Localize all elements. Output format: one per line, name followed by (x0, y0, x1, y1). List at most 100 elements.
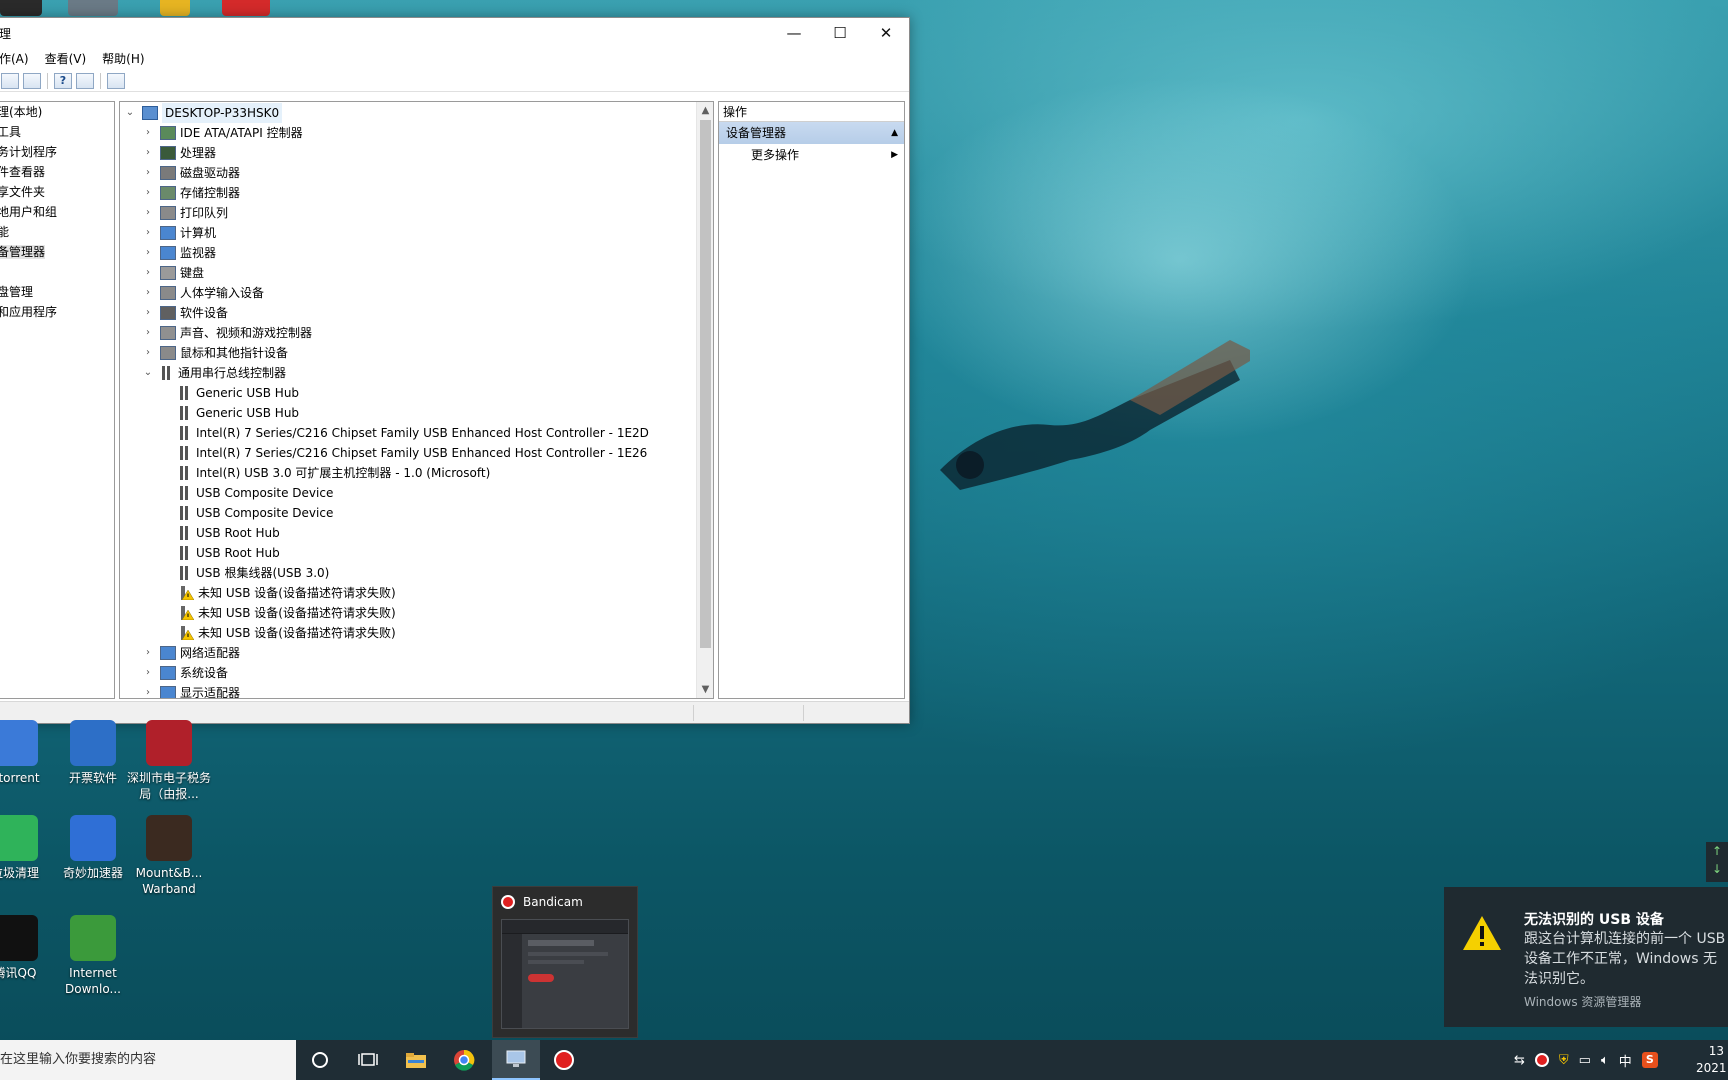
desktop-icon-idm[interactable]: Internet Downlo... (48, 915, 138, 997)
computer-management-window[interactable]: 理 — ☐ ✕ 作(A) 查看(V) 帮助(H) ? 理(本地) 工具 务计划程… (0, 17, 910, 724)
scroll-up-arrow-icon[interactable]: ▲ (697, 102, 713, 119)
tree-device-usb[interactable]: Generic USB Hub (120, 383, 713, 403)
tree-device-usb[interactable]: Intel(R) 7 Series/C216 Chipset Family US… (120, 443, 713, 463)
menu-help[interactable]: 帮助(H) (102, 50, 144, 67)
desktop-icon-mount-blade[interactable]: Mount&B... Warband (124, 815, 214, 897)
network-icon[interactable]: ▭ (1579, 1053, 1591, 1068)
tree-category[interactable]: › IDE ATA/ATAPI 控制器 (120, 123, 713, 143)
tree-device-usb[interactable]: USB Root Hub (120, 523, 713, 543)
menu-action[interactable]: 作(A) (0, 50, 29, 67)
tree-device-usb[interactable]: USB 根集线器(USB 3.0) (120, 563, 713, 583)
tree-category[interactable]: › 系统设备 (120, 663, 713, 683)
scroll-down-arrow-icon[interactable]: ▼ (697, 681, 713, 698)
tree-item-event-viewer[interactable]: 件查看器 (0, 162, 114, 182)
tree-item-computer-management[interactable]: 理(本地) (0, 102, 114, 122)
properties-icon[interactable] (23, 72, 41, 89)
menu-view[interactable]: 查看(V) (45, 50, 87, 67)
collapse-up-icon[interactable]: ▲ (891, 122, 898, 144)
ime-indicator[interactable]: 中 (1619, 1051, 1632, 1070)
file-explorer-icon[interactable] (392, 1040, 440, 1080)
show-hide-tree-icon[interactable] (1, 72, 19, 89)
tree-category-usb-controllers[interactable]: ⌄ 通用串行总线控制器 (120, 363, 713, 383)
chrome-icon[interactable] (440, 1040, 488, 1080)
tree-device-usb[interactable]: Intel(R) USB 3.0 可扩展主机控制器 - 1.0 (Microso… (120, 463, 713, 483)
expand-chevron-icon[interactable]: › (142, 343, 154, 363)
expand-chevron-icon[interactable]: › (142, 123, 154, 143)
network-sharing-icon[interactable]: ⇆ (1514, 1053, 1525, 1068)
tree-device-unknown-usb[interactable]: 未知 USB 设备(设备描述符请求失败) (120, 623, 713, 643)
tree-category[interactable]: › 存储控制器 (120, 183, 713, 203)
actions-section-device-manager[interactable]: 设备管理器 ▲ (719, 122, 904, 144)
help-icon[interactable]: ? (54, 72, 72, 89)
tree-device-usb[interactable]: Intel(R) 7 Series/C216 Chipset Family US… (120, 423, 713, 443)
tree-device-unknown-usb[interactable]: 未知 USB 设备(设备描述符请求失败) (120, 603, 713, 623)
desktop-icon-top-3[interactable] (160, 0, 190, 16)
tree-device-usb[interactable]: Generic USB Hub (120, 403, 713, 423)
tree-item-storage[interactable] (0, 262, 114, 282)
expand-chevron-icon[interactable]: › (142, 283, 154, 303)
taskbar-clock[interactable]: 13 2021 (1694, 1040, 1728, 1080)
desktop-icon-top-2[interactable] (68, 0, 118, 16)
maximize-button[interactable]: ☐ (817, 18, 863, 48)
expand-chevron-icon[interactable]: › (142, 643, 154, 663)
show-hide-action-pane-icon[interactable] (76, 72, 94, 89)
security-shield-icon[interactable]: ⛨ (1559, 1053, 1569, 1068)
tree-category[interactable]: › 鼠标和其他指针设备 (120, 343, 713, 363)
tree-item-performance[interactable]: 能 (0, 222, 114, 242)
tree-item-device-manager[interactable]: 备管理器 (0, 242, 114, 262)
bandicam-preview-image[interactable] (501, 919, 629, 1029)
collapse-chevron-icon[interactable]: ⌄ (124, 103, 136, 123)
volume-icon[interactable]: 🔈︎ (1601, 1053, 1609, 1068)
bandicam-tray-icon[interactable] (1534, 1053, 1549, 1067)
monitor-icon[interactable] (107, 72, 125, 89)
tree-device-usb[interactable]: USB Root Hub (120, 543, 713, 563)
expand-chevron-icon[interactable]: › (142, 243, 154, 263)
tree-item-services-apps[interactable]: 和应用程序 (0, 302, 114, 322)
tree-item-disk-management[interactable]: 盘管理 (0, 282, 114, 302)
tree-category[interactable]: › 计算机 (120, 223, 713, 243)
tree-category[interactable]: › 键盘 (120, 263, 713, 283)
tree-device-unknown-usb[interactable]: 未知 USB 设备(设备描述符请求失败) (120, 583, 713, 603)
bandicam-taskbar-icon[interactable] (540, 1040, 588, 1080)
tree-item-shared-folders[interactable]: 享文件夹 (0, 182, 114, 202)
tree-category[interactable]: › 声音、视频和游戏控制器 (120, 323, 713, 343)
expand-chevron-icon[interactable]: › (142, 143, 154, 163)
expand-chevron-icon[interactable]: › (142, 223, 154, 243)
desktop-icon-top-1[interactable] (0, 0, 42, 16)
expand-chevron-icon[interactable]: › (142, 303, 154, 323)
expand-chevron-icon[interactable]: › (142, 183, 154, 203)
tree-item-system-tools[interactable]: 工具 (0, 122, 114, 142)
expand-chevron-icon[interactable]: › (142, 683, 154, 698)
taskbar-search-box[interactable]: 在这里输入你要搜索的内容 (0, 1040, 296, 1080)
cortana-icon[interactable] (296, 1040, 344, 1080)
tree-category[interactable]: › 监视器 (120, 243, 713, 263)
bandicam-taskbar-preview[interactable]: Bandicam (492, 886, 638, 1038)
tree-item-task-scheduler[interactable]: 务计划程序 (0, 142, 114, 162)
sogou-ime-icon[interactable]: S (1641, 1052, 1658, 1068)
tree-category[interactable]: › 网络适配器 (120, 643, 713, 663)
console-tree[interactable]: 理(本地) 工具 务计划程序 件查看器 享文件夹 地用户和组 能 备管理器 盘管… (0, 101, 115, 699)
tree-category[interactable]: › 打印队列 (120, 203, 713, 223)
tree-category[interactable]: › 显示适配器 (120, 683, 713, 698)
expand-chevron-icon[interactable]: › (142, 323, 154, 343)
tree-category[interactable]: › 磁盘驱动器 (120, 163, 713, 183)
tree-item-local-users-groups[interactable]: 地用户和组 (0, 202, 114, 222)
tree-device-usb[interactable]: USB Composite Device (120, 503, 713, 523)
expand-chevron-icon[interactable]: › (142, 663, 154, 683)
desktop-icon-top-4[interactable] (222, 0, 270, 16)
vertical-scrollbar[interactable]: ▲ ▼ (696, 102, 713, 698)
task-view-icon[interactable] (344, 1040, 392, 1080)
computer-management-taskbar-icon[interactable] (492, 1040, 540, 1080)
close-button[interactable]: ✕ (863, 18, 909, 48)
collapse-chevron-icon[interactable]: ⌄ (142, 363, 154, 383)
expand-chevron-icon[interactable]: › (142, 163, 154, 183)
tree-device-usb[interactable]: USB Composite Device (120, 483, 713, 503)
expand-chevron-icon[interactable]: › (142, 203, 154, 223)
usb-notification-toast[interactable]: 无法识别的 USB 设备 跟这台计算机连接的前一个 USB 设备工作不正常，Wi… (1444, 887, 1728, 1027)
desktop-icon-shenzhen-tax[interactable]: 深圳市电子税务局（由报... (124, 720, 214, 802)
minimize-button[interactable]: — (771, 18, 817, 48)
tree-category[interactable]: › 人体学输入设备 (120, 283, 713, 303)
scrollbar-thumb[interactable] (700, 120, 711, 648)
more-actions-item[interactable]: 更多操作 ▶ (719, 144, 904, 166)
tree-root-computer[interactable]: ⌄ DESKTOP-P33HSK0 (120, 103, 713, 123)
